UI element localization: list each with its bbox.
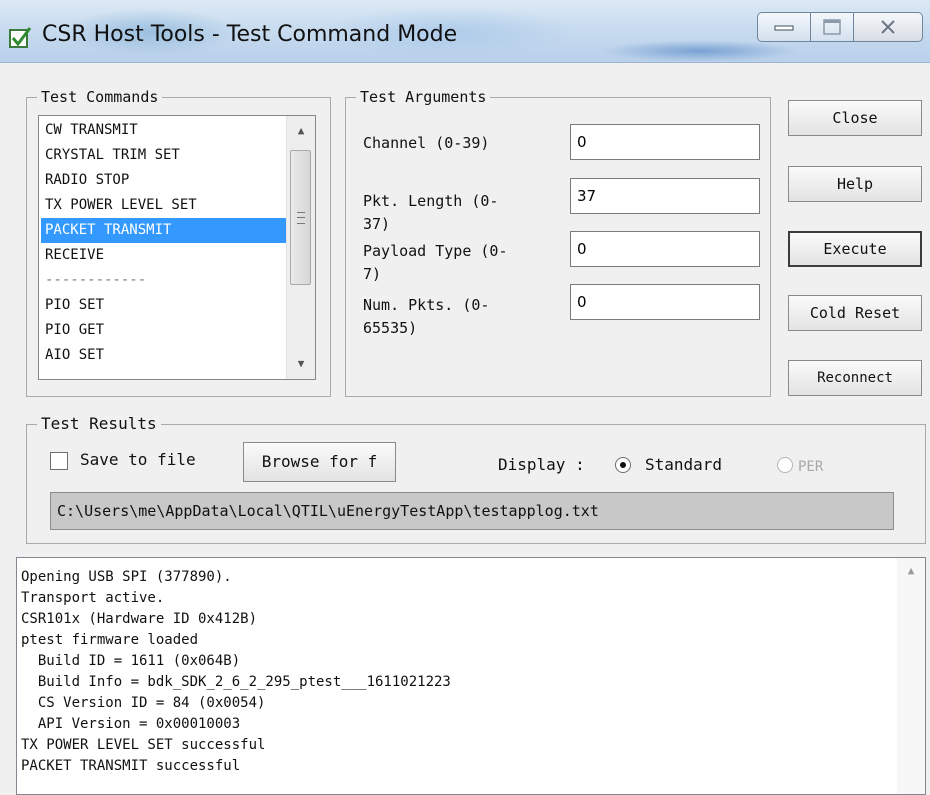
channel-field[interactable] <box>570 124 760 160</box>
log-line: Transport active. <box>21 590 165 606</box>
save-to-file-label[interactable]: Save to file <box>80 449 196 471</box>
channel-label: Channel (0-39) <box>363 134 490 152</box>
payload-type-label: Payload Type (0- 7) <box>363 242 508 283</box>
log-line: Build ID = 1611 (0x064B) <box>21 653 241 669</box>
list-item[interactable]: AIO SET <box>41 343 286 368</box>
close-icon <box>881 20 895 34</box>
cold-reset-button[interactable]: Cold Reset <box>788 295 922 331</box>
maximize-button[interactable] <box>810 12 854 42</box>
log-line: Build Info = bdk_SDK_2_6_2_295_ptest___1… <box>21 674 451 690</box>
per-radio[interactable] <box>777 457 793 473</box>
save-to-file-checkbox[interactable] <box>50 452 68 470</box>
close-button[interactable]: Close <box>788 100 922 136</box>
per-radio-label[interactable]: PER <box>798 456 823 478</box>
display-label: Display : <box>498 455 585 474</box>
log-line: PACKET TRANSMIT successful <box>21 758 241 774</box>
title-bar[interactable]: CSR Host Tools - Test Command Mode <box>0 0 930 63</box>
list-item[interactable]: PIO SET <box>41 293 286 318</box>
checkbox-app-icon <box>9 27 32 48</box>
num-packets-label: Num. Pkts. (0- 65535) <box>363 296 490 337</box>
minimize-button[interactable] <box>757 12 811 42</box>
maximize-icon <box>823 19 841 35</box>
log-line: ptest firmware loaded <box>21 632 199 648</box>
list-item[interactable]: PIO GET <box>41 318 286 343</box>
close-window-button[interactable] <box>853 12 923 42</box>
num-packets-field[interactable] <box>570 284 760 320</box>
list-separator: ------------ <box>45 272 147 288</box>
scroll-thumb[interactable] <box>290 150 311 285</box>
list-item[interactable]: RADIO STOP <box>41 168 286 193</box>
standard-radio[interactable] <box>615 457 631 473</box>
list-item[interactable]: CW TRANSMIT <box>41 118 286 143</box>
list-item[interactable]: RECEIVE <box>41 243 286 268</box>
log-line: CSR101x (Hardware ID 0x412B) <box>21 611 258 627</box>
window-controls <box>757 12 923 46</box>
test-commands-label: Test Commands <box>37 88 163 106</box>
minimize-icon <box>774 25 794 31</box>
test-arguments-label: Test Arguments <box>356 88 491 106</box>
help-button[interactable]: Help <box>788 166 922 202</box>
log-line: CS Version ID = 84 (0x0054) <box>21 695 266 711</box>
log-scrollbar[interactable]: ▲ <box>897 558 925 794</box>
standard-radio-label[interactable]: Standard <box>645 454 722 476</box>
log-line: API Version = 0x00010003 <box>21 716 241 732</box>
packet-length-label: Pkt. Length (0- 37) <box>363 192 499 233</box>
log-line: Opening USB SPI (377890). <box>21 569 232 585</box>
window-title: CSR Host Tools - Test Command Mode <box>42 22 458 47</box>
list-item[interactable]: TX POWER LEVEL SET <box>41 193 286 218</box>
scroll-down-icon[interactable]: ▼ <box>287 353 315 375</box>
log-output[interactable]: Opening USB SPI (377890). Transport acti… <box>16 557 926 795</box>
scroll-up-icon[interactable]: ▲ <box>897 564 925 577</box>
list-item-selected[interactable]: PACKET TRANSMIT <box>41 218 286 243</box>
test-results-label: Test Results <box>37 415 161 433</box>
grip-icon <box>297 212 305 224</box>
browse-button[interactable]: Browse for f <box>243 442 396 482</box>
reconnect-button[interactable]: Reconnect <box>788 360 922 396</box>
payload-type-field[interactable] <box>570 231 760 267</box>
log-file-path-field: C:\Users\me\AppData\Local\QTIL\uEnergyTe… <box>50 492 894 530</box>
commands-scrollbar[interactable]: ▲ ▼ <box>286 116 315 379</box>
list-item[interactable]: CRYSTAL TRIM SET <box>41 143 286 168</box>
scroll-up-icon[interactable]: ▲ <box>287 120 315 142</box>
execute-button[interactable]: Execute <box>788 231 922 267</box>
log-line: TX POWER LEVEL SET successful <box>21 737 266 753</box>
packet-length-field[interactable] <box>570 178 760 214</box>
test-commands-list[interactable]: CW TRANSMIT CRYSTAL TRIM SET RADIO STOP … <box>38 115 316 380</box>
